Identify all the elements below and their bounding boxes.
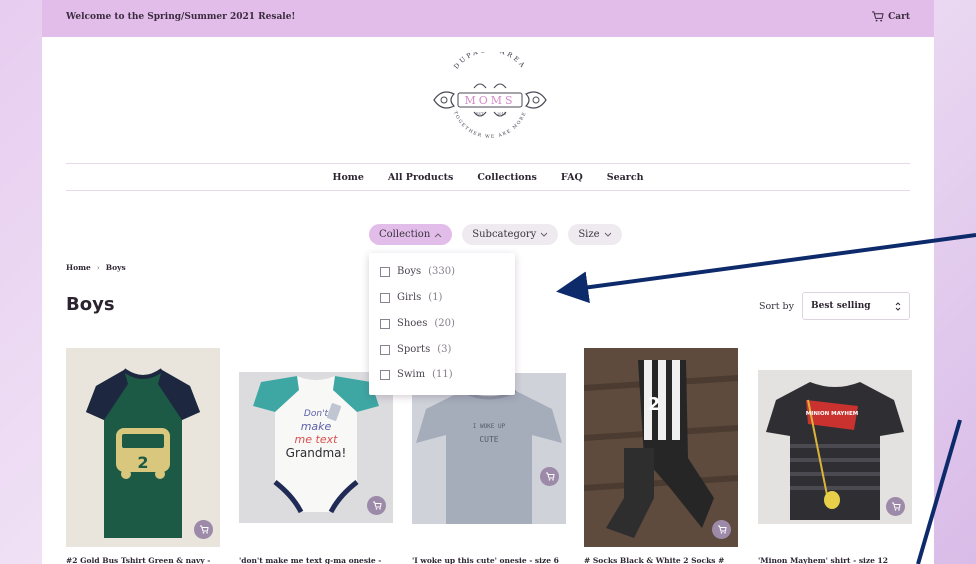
collection-dropdown: Boys (330) Girls (1) Shoes (20) Sports (… xyxy=(369,253,515,395)
subcategory-filter-button[interactable]: Subcategory xyxy=(462,224,559,245)
nav-search[interactable]: Search xyxy=(607,172,644,183)
svg-text:DUPAGE AREA: DUPAGE AREA xyxy=(452,52,528,71)
collection-option-shoes[interactable]: Shoes (20) xyxy=(380,318,455,329)
chevron-up-icon xyxy=(434,232,442,237)
collection-option-boys[interactable]: Boys (330) xyxy=(380,266,455,277)
product-card[interactable]: I WOKE UP CUTE 'I woke up this cute' one… xyxy=(412,373,566,564)
option-label: Swim xyxy=(397,369,426,380)
collection-option-swim[interactable]: Swim (11) xyxy=(380,369,453,380)
logo-year-text: 2018 xyxy=(497,112,506,116)
product-name[interactable]: 'don't make me text g-ma onesie - xyxy=(239,556,393,564)
size-filter-label: Size xyxy=(578,229,600,240)
select-arrows-icon xyxy=(895,301,901,311)
product-name[interactable]: 'Minon Mayhem' shirt - size 12 xyxy=(758,556,912,564)
cart-icon xyxy=(872,11,884,22)
product-image-text: 2 xyxy=(648,394,661,415)
checkbox[interactable] xyxy=(380,292,390,303)
size-filter-button[interactable]: Size xyxy=(568,224,622,245)
chevron-down-icon xyxy=(604,232,611,237)
option-count: (3) xyxy=(437,344,452,355)
collection-filter-label: Collection xyxy=(379,229,431,240)
product-card[interactable]: 2 # Socks Black & White 2 Socks # xyxy=(584,348,738,564)
option-label: Girls xyxy=(397,292,422,303)
option-label: Boys xyxy=(397,266,422,277)
svg-text:make: make xyxy=(301,420,332,433)
sort-select[interactable]: Best selling xyxy=(802,292,910,320)
quick-add-button[interactable] xyxy=(540,467,559,486)
option-count: (330) xyxy=(428,266,456,277)
sort-value: Best selling xyxy=(811,301,871,311)
cart-icon xyxy=(372,501,382,510)
sort-label: Sort by xyxy=(758,300,794,312)
svg-text:Grandma!: Grandma! xyxy=(286,446,347,460)
checkbox[interactable] xyxy=(380,266,390,277)
product-image-text: MINION MAYHEM xyxy=(806,411,858,417)
option-label: Sports xyxy=(397,344,431,355)
store-logo[interactable]: DUPAGE AREA TOGETHER WE ARE MORE MOMS ES… xyxy=(424,52,556,148)
product-name[interactable]: # Socks Black & White 2 Socks # xyxy=(584,556,738,564)
product-image[interactable]: 2 xyxy=(66,348,220,547)
product-card[interactable]: MINION MAYHEM 'Minon Mayhem' shirt - siz… xyxy=(758,370,912,564)
svg-text:CUTE: CUTE xyxy=(479,435,498,444)
nav-all-products[interactable]: All Products xyxy=(388,172,453,183)
product-card[interactable]: Don't make me text Grandma! 'don't make … xyxy=(239,372,393,564)
filter-bar: Collection Subcategory Size xyxy=(369,224,622,245)
logo-top-text: DUPAGE AREA xyxy=(452,52,525,71)
checkbox[interactable] xyxy=(380,344,390,355)
product-name[interactable]: 'I woke up this cute' onesie - size 6 xyxy=(412,556,566,564)
quick-add-button[interactable] xyxy=(712,520,731,539)
quick-add-button[interactable] xyxy=(194,520,213,539)
collection-filter-button[interactable]: Collection xyxy=(369,224,453,245)
nav-faq[interactable]: FAQ xyxy=(561,172,583,183)
logo-main-text: MOMS xyxy=(464,94,515,107)
cart-icon xyxy=(545,472,555,481)
sort-control: Sort by Best selling xyxy=(759,292,910,320)
cart-icon xyxy=(199,525,209,534)
option-count: (11) xyxy=(432,369,453,380)
nav-collections[interactable]: Collections xyxy=(477,172,537,183)
main-nav: Home All Products Collections FAQ Search xyxy=(66,164,910,190)
checkbox[interactable] xyxy=(380,369,390,380)
cart-link[interactable]: Cart xyxy=(871,11,910,22)
breadcrumb-separator: › xyxy=(96,263,100,272)
breadcrumb: Home › Boys xyxy=(66,263,126,272)
cart-icon xyxy=(717,525,727,534)
subcategory-filter-label: Subcategory xyxy=(472,229,537,240)
collection-option-sports[interactable]: Sports (3) xyxy=(380,344,451,355)
breadcrumb-current: Boys xyxy=(105,263,126,272)
nav-home[interactable]: Home xyxy=(332,172,363,183)
svg-text:I WOKE UP: I WOKE UP xyxy=(473,423,506,430)
cart-label: Cart xyxy=(888,11,910,22)
product-image[interactable]: I WOKE UP CUTE xyxy=(412,373,566,524)
checkbox[interactable] xyxy=(380,318,390,329)
quick-add-button[interactable] xyxy=(367,496,386,515)
product-image-text: 2 xyxy=(137,453,148,472)
collection-option-girls[interactable]: Girls (1) xyxy=(380,292,442,303)
svg-text:TOGETHER WE ARE MORE: TOGETHER WE ARE MORE xyxy=(452,110,528,140)
announcement-text: Welcome to the Spring/Summer 2021 Resale… xyxy=(66,12,296,22)
logo-est-text: EST xyxy=(476,112,484,116)
quick-add-button[interactable] xyxy=(886,497,905,516)
chevron-down-icon xyxy=(540,232,548,237)
svg-text:me text: me text xyxy=(295,433,339,446)
option-label: Shoes xyxy=(397,318,428,329)
product-name[interactable]: #2 Gold Bus Tshirt Green & navy - xyxy=(66,556,220,564)
product-card[interactable]: 2 #2 Gold Bus Tshirt Green & navy - xyxy=(66,348,220,564)
logo-bottom-text: TOGETHER WE ARE MORE xyxy=(452,110,526,140)
option-count: (1) xyxy=(428,292,443,303)
option-count: (20) xyxy=(434,318,455,329)
page-title: Boys xyxy=(66,294,115,315)
product-image[interactable]: 2 xyxy=(584,348,738,547)
store-page: Welcome to the Spring/Summer 2021 Resale… xyxy=(42,0,934,564)
svg-text:Don't: Don't xyxy=(304,409,329,419)
breadcrumb-home[interactable]: Home xyxy=(66,263,91,272)
announcement-bar: Welcome to the Spring/Summer 2021 Resale… xyxy=(42,0,934,37)
nav-divider-bottom xyxy=(66,190,910,191)
cart-icon xyxy=(891,502,901,511)
